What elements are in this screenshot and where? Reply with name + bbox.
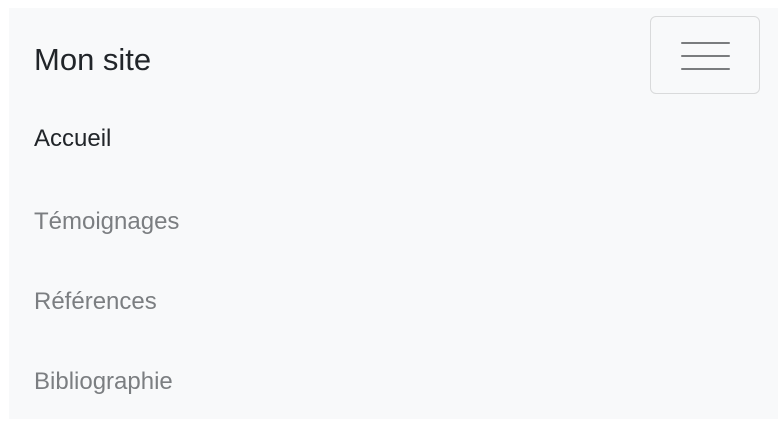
nav-link-accueil[interactable]: Accueil <box>34 124 111 154</box>
nav-link-references[interactable]: Références <box>34 287 157 317</box>
hamburger-bar-bottom <box>681 68 730 70</box>
navbar: Mon site Accueil Témoignages Références … <box>9 8 778 419</box>
hamburger-bar-top <box>681 42 730 44</box>
navbar-toggler-button[interactable] <box>650 16 760 94</box>
nav-link-bibliographie[interactable]: Bibliographie <box>34 367 173 397</box>
navbar-brand[interactable]: Mon site <box>34 40 151 80</box>
nav-link-temoignages[interactable]: Témoignages <box>34 207 179 237</box>
hamburger-bar-middle <box>681 55 730 57</box>
